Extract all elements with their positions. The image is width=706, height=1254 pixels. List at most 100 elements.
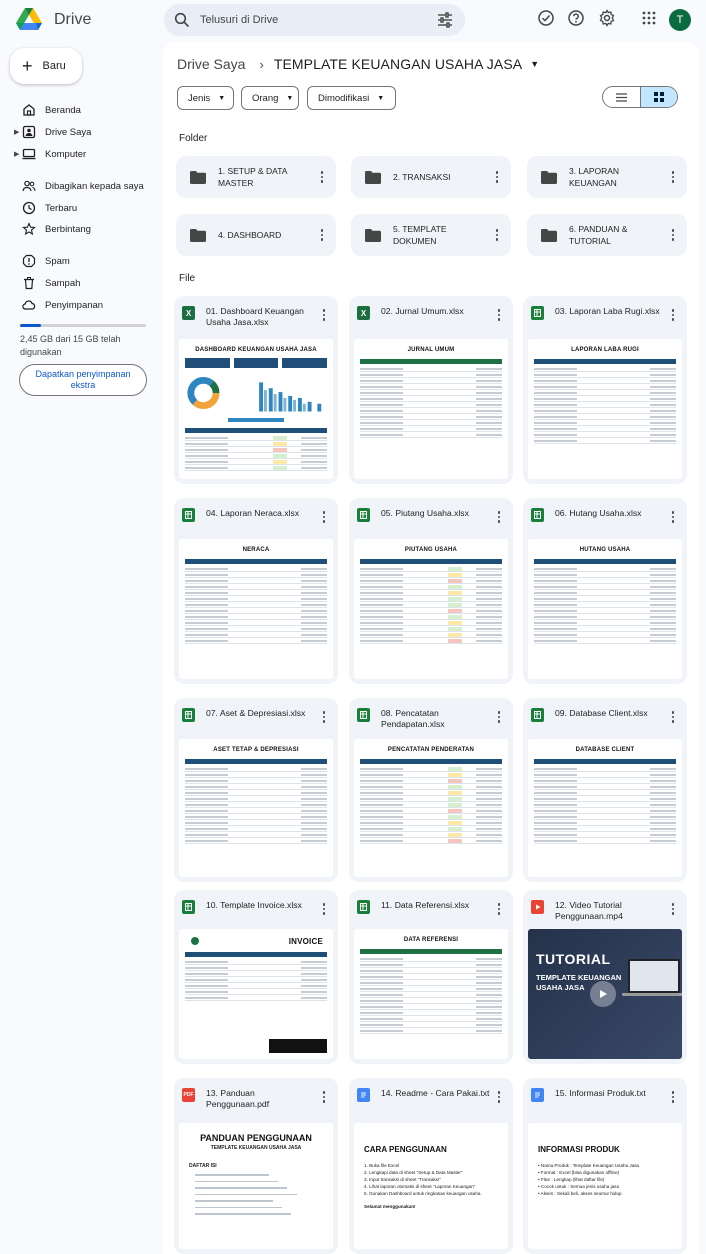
text-line: • Fitur : Lengkap (lihat daftar file) xyxy=(538,1177,605,1182)
more-options-icon[interactable] xyxy=(493,308,505,322)
main-content: Drive Saya › TEMPLATE KEUANGAN USAHA JAS… xyxy=(163,42,699,1254)
more-options-icon[interactable] xyxy=(667,228,679,242)
file-card-header: 07. Aset & Depresiasi.xlsx xyxy=(174,698,338,736)
filter-modified[interactable]: Dimodifikasi ▼ xyxy=(307,86,396,110)
thumbnail-title: DATABASE CLIENT xyxy=(575,747,635,753)
gear-icon[interactable] xyxy=(598,9,616,27)
file-card[interactable]: 06. Hutang Usaha.xlsx HUTANG USAHA xyxy=(523,498,687,684)
file-card[interactable]: 05. Piutang Usaha.xlsx PIUTANG USAHA xyxy=(349,498,513,684)
sidebar-item-home[interactable]: Beranda xyxy=(0,99,160,121)
sidebar-item-spam[interactable]: Spam xyxy=(0,250,160,272)
offline-status-button[interactable] xyxy=(537,9,555,27)
folder-item[interactable]: 2. TRANSAKSI xyxy=(351,156,511,198)
account-avatar[interactable]: T xyxy=(669,9,691,31)
text-line: 2. Lengkapi data di sheet "Setup & Data … xyxy=(364,1170,463,1175)
file-card[interactable]: 04. Laporan Neraca.xlsx NERACA xyxy=(174,498,338,684)
more-options-icon[interactable] xyxy=(493,1090,505,1104)
sidebar-item-trash[interactable]: Sampah xyxy=(0,272,160,294)
list-view-button[interactable] xyxy=(603,87,640,107)
file-card[interactable]: 14. Readme - Cara Pakai.txt CARA PENGGUNA… xyxy=(349,1078,513,1254)
more-options-icon[interactable] xyxy=(491,228,503,242)
breadcrumb-root[interactable]: Drive Saya xyxy=(177,56,245,72)
play-icon[interactable] xyxy=(590,981,616,1007)
drive-logo-icon xyxy=(16,8,42,30)
file-card[interactable]: 10. Template Invoice.xlsx INVOICE xyxy=(174,890,338,1064)
sidebar-item-my-drive[interactable]: ▶ Drive Saya xyxy=(0,121,160,143)
folder-item[interactable]: 5. TEMPLATE DOKUMEN xyxy=(351,214,511,256)
file-card-header: 15. Informasi Produk.txt xyxy=(523,1078,687,1116)
more-options-icon[interactable] xyxy=(667,710,679,724)
file-card[interactable]: PDF 13. Panduan Penggunaan.pdf PANDUAN PEN… xyxy=(174,1078,338,1254)
more-options-icon[interactable] xyxy=(493,710,505,724)
more-options-icon[interactable] xyxy=(316,170,328,184)
sidebar-item-starred[interactable]: Berbintang xyxy=(0,218,160,240)
folder-item[interactable]: 6. PANDUAN & TUTORIAL xyxy=(527,214,687,256)
view-toggle[interactable] xyxy=(602,86,678,108)
file-card[interactable]: 08. Pencatatan Pendapatan.xlsx PENCATATAN… xyxy=(349,698,513,882)
search-options-icon[interactable] xyxy=(437,12,453,28)
file-card[interactable]: 12. Video Tutorial Penggunaan.mp4 TUTORIA… xyxy=(523,890,687,1064)
dashboard-charts xyxy=(185,374,327,412)
search-bar[interactable]: Telusuri di Drive xyxy=(164,4,465,36)
more-options-icon[interactable] xyxy=(318,710,330,724)
file-card[interactable]: 11. Data Referensi.xlsx DATA REFERENSI xyxy=(349,890,513,1064)
document-file-icon xyxy=(357,1088,370,1102)
more-options-icon[interactable] xyxy=(667,308,679,322)
more-options-icon[interactable] xyxy=(318,902,330,916)
new-button[interactable]: + Baru xyxy=(10,48,82,84)
file-name: 04. Laporan Neraca.xlsx xyxy=(206,508,300,518)
my-drive-icon xyxy=(22,125,36,139)
spreadsheet-thumbnail: NERACA xyxy=(179,539,333,679)
apps-grid-icon[interactable] xyxy=(640,9,658,27)
folder-item[interactable]: 3. LAPORAN KEUANGAN xyxy=(527,156,687,198)
caret-down-icon[interactable]: ▼ xyxy=(530,59,539,69)
top-bar: Drive Telusuri di Drive T xyxy=(0,0,706,42)
breadcrumb-current-folder[interactable]: TEMPLATE KEUANGAN USAHA JASA xyxy=(274,56,522,72)
thumbnail-title: TUTORIAL xyxy=(536,951,611,967)
thumbnail-title: DATA REFERENSI xyxy=(403,937,459,943)
more-options-icon[interactable] xyxy=(316,228,328,242)
grid-view-button[interactable] xyxy=(639,87,677,107)
folder-name: 3. LAPORAN KEUANGAN xyxy=(569,166,620,188)
sidebar-item-computers[interactable]: ▶ Komputer xyxy=(0,143,160,165)
more-options-icon[interactable] xyxy=(667,170,679,184)
file-card[interactable]: 15. Informasi Produk.txt INFORMASI PRODUK… xyxy=(523,1078,687,1254)
filter-people[interactable]: Orang ▼ xyxy=(241,86,299,110)
file-card[interactable]: 07. Aset & Depresiasi.xlsx ASET TETAP & D… xyxy=(174,698,338,882)
file-card[interactable]: 03. Laporan Laba Rugi.xlsx LAPORAN LABA R… xyxy=(523,296,687,484)
expand-caret-icon[interactable]: ▶ xyxy=(14,150,19,158)
sidebar-item-recent[interactable]: Terbaru xyxy=(0,197,160,219)
sidebar-item-shared[interactable]: Dibagikan kepada saya xyxy=(0,175,160,197)
more-options-icon[interactable] xyxy=(493,510,505,524)
more-options-icon[interactable] xyxy=(493,902,505,916)
thumbnail-title: PANDUAN PENGGUNAAN xyxy=(200,1133,312,1143)
file-card[interactable]: 09. Database Client.xlsx DATABASE CLIENT xyxy=(523,698,687,882)
file-card-header: 14. Readme - Cara Pakai.txt xyxy=(349,1078,513,1116)
search-icon[interactable] xyxy=(174,12,190,28)
more-options-icon[interactable] xyxy=(318,308,330,322)
get-more-storage-button[interactable]: Dapatkan penyimpanan ekstra xyxy=(19,364,147,396)
check-circle-icon[interactable] xyxy=(537,9,555,27)
drive-logo[interactable]: Drive xyxy=(16,8,91,32)
more-options-icon[interactable] xyxy=(491,170,503,184)
thumbnail-title: CARA PENGGUNAAN xyxy=(364,1145,447,1154)
file-card[interactable]: X 01. Dashboard Keuangan Usaha Jasa.xlsx D… xyxy=(174,296,338,484)
filter-type[interactable]: Jenis ▼ xyxy=(177,86,234,110)
search-input[interactable]: Telusuri di Drive xyxy=(200,14,437,26)
more-options-icon[interactable] xyxy=(667,902,679,916)
more-options-icon[interactable] xyxy=(667,1090,679,1104)
help-button[interactable] xyxy=(567,9,585,27)
help-icon[interactable] xyxy=(567,9,585,27)
spreadsheet-preview-table xyxy=(534,759,676,844)
apps-button[interactable] xyxy=(640,9,658,27)
expand-caret-icon[interactable]: ▶ xyxy=(14,128,19,136)
folder-item[interactable]: 4. DASHBOARD xyxy=(176,214,336,256)
file-card[interactable]: X 02. Jurnal Umum.xlsx JURNAL UMUM xyxy=(349,296,513,484)
more-options-icon[interactable] xyxy=(318,1090,330,1104)
storage-usage-bar xyxy=(20,324,146,327)
more-options-icon[interactable] xyxy=(667,510,679,524)
sidebar-item-storage[interactable]: Penyimpanan xyxy=(0,294,160,316)
more-options-icon[interactable] xyxy=(318,510,330,524)
settings-button[interactable] xyxy=(598,9,616,27)
folder-item[interactable]: 1. SETUP & DATA MASTER xyxy=(176,156,336,198)
